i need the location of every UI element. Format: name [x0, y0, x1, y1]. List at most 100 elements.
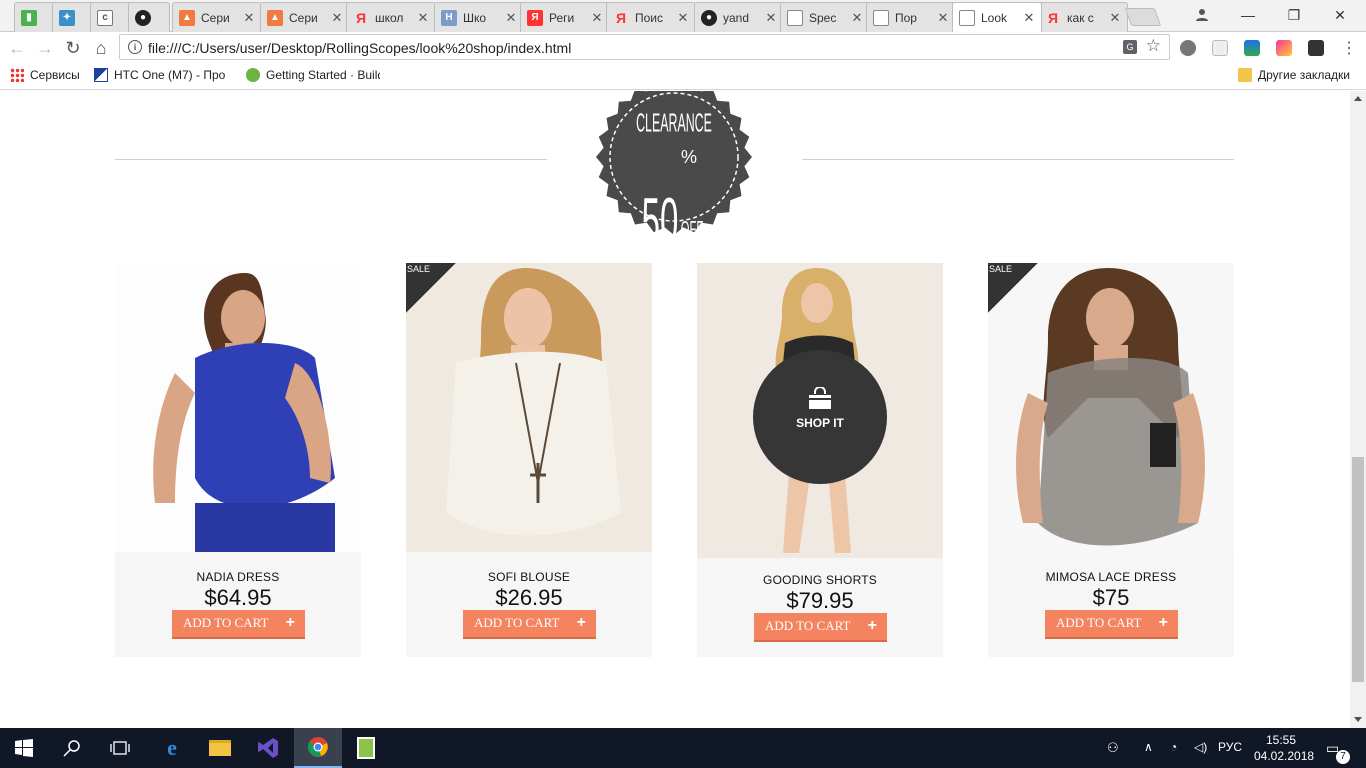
close-icon[interactable]: ✕ — [591, 10, 603, 26]
close-icon[interactable]: ✕ — [677, 10, 689, 26]
scroll-up-arrow-icon[interactable] — [1354, 96, 1362, 101]
close-icon[interactable]: ✕ — [937, 10, 949, 26]
tab-12[interactable]: Spec ✕ — [780, 2, 870, 32]
close-icon[interactable]: ✕ — [851, 10, 863, 26]
task-view-button[interactable] — [96, 728, 144, 768]
page-scrollbar[interactable] — [1350, 91, 1366, 728]
tab-7[interactable]: Я школ ✕ — [346, 2, 436, 32]
tab-11[interactable]: ● yand ✕ — [694, 2, 784, 32]
start-button[interactable] — [0, 728, 48, 768]
tab-label: Реги — [549, 10, 575, 25]
tab-15[interactable]: Я как с ✕ — [1038, 2, 1128, 32]
scroll-down-arrow-icon[interactable] — [1354, 717, 1362, 722]
close-icon[interactable]: ✕ — [331, 10, 343, 26]
product-name[interactable]: SOFI BLOUSE — [406, 570, 652, 584]
clearance-badge-shape: CLEARANCE 50 % OFF — [596, 91, 752, 256]
product-card[interactable]: SALE SOFI BLOUSE $26.95 ADD TO CART + — [406, 263, 652, 657]
close-icon[interactable]: ✕ — [505, 10, 517, 26]
other-bookmarks[interactable]: Другие закладки — [1238, 68, 1350, 82]
taskbar-notepad[interactable] — [342, 728, 390, 768]
product-name[interactable]: NADIA DRESS — [115, 570, 361, 584]
add-to-cart-button[interactable]: ADD TO CART + — [463, 610, 596, 639]
close-icon[interactable]: ✕ — [765, 10, 777, 26]
add-to-cart-button[interactable]: ADD TO CART + — [1045, 610, 1178, 639]
tray-chevron-up-icon[interactable]: ∧ — [1144, 740, 1153, 754]
product-photo[interactable] — [115, 263, 361, 552]
tab-8[interactable]: H Шко ✕ — [434, 2, 524, 32]
taskbar-visual-studio[interactable] — [244, 728, 292, 768]
product-card-hovered[interactable]: SHOP IT GOODING SHORTS $79.95 ADD TO CAR… — [697, 263, 943, 657]
language-indicator[interactable]: РУС — [1218, 740, 1242, 754]
sale-ribbon: SALE — [406, 263, 456, 313]
clock-date[interactable]: 04.02.2018 — [1254, 749, 1314, 763]
product-card[interactable]: NADIA DRESS $64.95 ADD TO CART + — [115, 263, 361, 657]
taskbar-edge[interactable]: e — [148, 728, 196, 768]
minimize-button[interactable]: — — [1226, 0, 1270, 30]
add-to-cart-label: ADD TO CART — [474, 615, 560, 630]
folder-icon — [1238, 68, 1252, 82]
product-card[interactable]: SALE MIMOSA LACE DRESS $75 ADD TO CART + — [988, 263, 1234, 657]
reload-button[interactable]: ↻ — [62, 37, 84, 59]
forward-button[interactable]: → — [34, 37, 56, 59]
new-tab-button[interactable] — [1124, 8, 1162, 26]
close-window-button[interactable]: ✕ — [1318, 0, 1362, 30]
extension-color-icon[interactable] — [1276, 40, 1292, 56]
profile-icon[interactable] — [1180, 0, 1224, 30]
extension-dark-icon[interactable] — [1308, 40, 1324, 56]
extension-blank-icon[interactable] — [1212, 40, 1228, 56]
home-button[interactable]: ⌂ — [90, 37, 112, 59]
product-name[interactable]: GOODING SHORTS — [697, 573, 943, 587]
restore-button[interactable]: ❐ — [1272, 0, 1316, 30]
add-to-cart-button[interactable]: ADD TO CART + — [754, 613, 887, 642]
bookmark-star-icon[interactable]: ☆ — [1146, 36, 1161, 56]
badge-percent: % — [681, 147, 697, 167]
close-icon[interactable]: ✕ — [417, 10, 429, 26]
tab-1[interactable]: ▮ — [14, 2, 56, 32]
tab-2[interactable]: ✦ — [52, 2, 94, 32]
search-icon — [63, 740, 80, 757]
clock-time[interactable]: 15:55 — [1266, 733, 1296, 747]
tab-label: школ — [375, 10, 404, 25]
taskbar-chrome[interactable] — [294, 728, 342, 768]
tab-9[interactable]: Я Реги ✕ — [520, 2, 610, 32]
tab-6[interactable]: ▲ Сери ✕ — [260, 2, 350, 32]
menu-kebab-icon[interactable]: ⋮ — [1338, 37, 1360, 59]
tab-5[interactable]: ▲ Сери ✕ — [172, 2, 262, 32]
info-icon[interactable]: i — [128, 40, 142, 54]
shop-page: CLEARANCE 50 % OFF NADIA DRESS $64.95 AD… — [0, 91, 1350, 728]
back-button[interactable]: ← — [6, 37, 28, 59]
bookmark-htc[interactable]: HTC One (M7) - Прош — [94, 68, 226, 82]
close-icon[interactable]: ✕ — [1109, 10, 1121, 26]
close-icon[interactable]: ✕ — [243, 10, 255, 26]
yandex-icon: Я — [615, 9, 627, 26]
extension-gear-icon[interactable] — [1180, 40, 1196, 56]
shop-it-button[interactable]: SHOP IT — [753, 350, 887, 484]
taskbar-explorer[interactable] — [196, 728, 244, 768]
translate-icon[interactable]: G — [1123, 40, 1137, 54]
tab-10[interactable]: Я Поис ✕ — [606, 2, 696, 32]
task-view-icon — [110, 741, 130, 755]
add-to-cart-button[interactable]: ADD TO CART + — [172, 610, 305, 639]
scrollbar-thumb[interactable] — [1352, 457, 1364, 682]
product-name[interactable]: MIMOSA LACE DRESS — [988, 570, 1234, 584]
divider-right — [802, 159, 1234, 160]
bookmark-getting-started[interactable]: Getting Started · Build — [246, 68, 380, 82]
people-icon[interactable]: ⚇ — [1107, 740, 1119, 756]
network-icon[interactable]: ◔ — [1170, 740, 1177, 754]
bookmark-apps[interactable]: Сервисы — [10, 68, 80, 82]
tab-label: Пор — [895, 10, 917, 25]
extension-beta-icon[interactable] — [1244, 40, 1260, 56]
volume-icon[interactable]: ◁) — [1194, 740, 1207, 754]
tab-favicon-bird-icon: ✦ — [59, 9, 75, 26]
tab-3[interactable]: c — [90, 2, 132, 32]
search-button[interactable] — [48, 728, 96, 768]
notepad-icon — [357, 737, 375, 759]
address-bar[interactable]: i file:///C:/Users/user/Desktop/RollingS… — [119, 34, 1170, 60]
tab-4[interactable]: ● — [128, 2, 170, 32]
url-text[interactable]: file:///C:/Users/user/Desktop/RollingSco… — [148, 40, 571, 56]
close-icon[interactable]: ✕ — [1023, 10, 1035, 26]
tab-14-active[interactable]: Look ✕ — [952, 2, 1042, 32]
bookmark-label: Getting Started · Build — [266, 68, 380, 82]
add-to-cart-label: ADD TO CART — [1056, 615, 1142, 630]
tab-13[interactable]: Пор ✕ — [866, 2, 956, 32]
